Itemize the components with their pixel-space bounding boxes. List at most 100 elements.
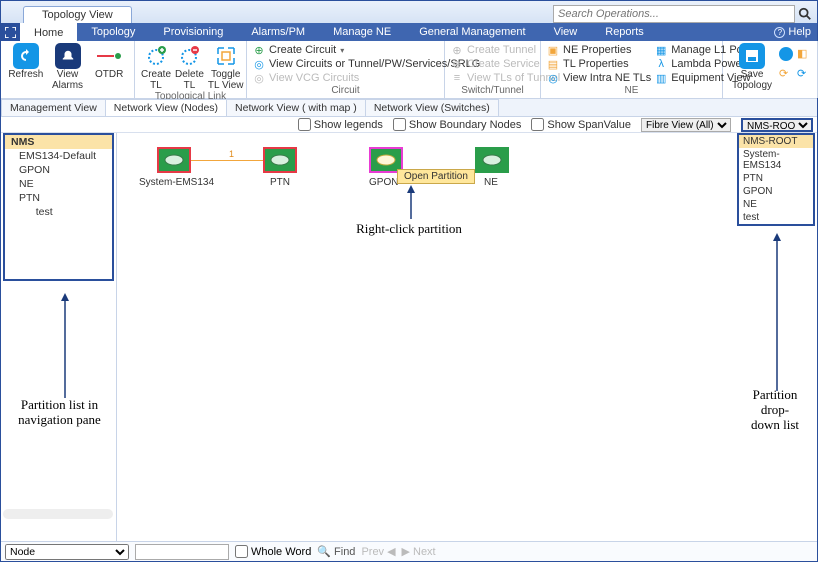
dd-callout-label: Partition drop-down list bbox=[747, 388, 803, 433]
node-label: System-EMS134 bbox=[139, 177, 211, 188]
menu-manage-ne[interactable]: Manage NE bbox=[319, 23, 405, 41]
next-button: ▶Next bbox=[402, 545, 436, 558]
equipment-icon: ▥ bbox=[655, 72, 667, 84]
nav-item[interactable]: GPON bbox=[5, 163, 112, 177]
nav-item[interactable]: EMS134-Default bbox=[5, 149, 112, 163]
eye-icon: ◎ bbox=[253, 72, 265, 84]
tl-properties-button[interactable]: ▤TL Properties bbox=[547, 57, 651, 71]
whole-word-checkbox[interactable]: Whole Word bbox=[235, 545, 311, 558]
plus-circle-icon: ⊕ bbox=[253, 44, 265, 56]
show-spanvalue-checkbox[interactable]: Show SpanValue bbox=[531, 118, 631, 131]
search-icon[interactable] bbox=[795, 5, 815, 23]
ne-properties-button[interactable]: ▣NE Properties bbox=[547, 43, 651, 57]
context-menu-item[interactable]: Open Partition bbox=[397, 169, 475, 184]
partition-select[interactable]: NMS-ROOT bbox=[741, 118, 813, 132]
node-ptn[interactable] bbox=[263, 147, 297, 173]
nav-item[interactable]: test bbox=[5, 205, 112, 219]
switch-tunnel-group-label: Switch/Tunnel bbox=[451, 85, 534, 98]
fibre-view-select[interactable]: Fibre View (All) bbox=[641, 118, 731, 132]
delete-tl-label: Delete TL bbox=[175, 70, 204, 91]
create-tl-label: Create TL bbox=[141, 70, 171, 91]
node-system-ems134[interactable] bbox=[157, 147, 191, 173]
nav-header[interactable]: NMS bbox=[5, 135, 112, 149]
partition-dropdown-popup[interactable]: NMS-ROOT System-EMS134 PTN GPON NE test bbox=[737, 133, 815, 226]
node-label: NE bbox=[484, 177, 498, 188]
nav-callout-label: Partition list in navigation pane bbox=[7, 398, 112, 428]
node-type-select[interactable]: Node bbox=[5, 544, 129, 560]
search-icon: 🔍 bbox=[317, 545, 331, 558]
node-ne[interactable] bbox=[475, 147, 509, 173]
search-input[interactable] bbox=[553, 5, 795, 23]
toggle-tl-label: Toggle TL View bbox=[208, 70, 244, 91]
refresh-button[interactable]: Refresh bbox=[7, 43, 45, 81]
menu-reports[interactable]: Reports bbox=[591, 23, 658, 41]
help-label: Help bbox=[788, 26, 811, 38]
nav-item[interactable]: NE bbox=[5, 177, 112, 191]
eye-icon: ◎ bbox=[547, 72, 559, 84]
toggle-tl-icon bbox=[213, 43, 239, 69]
menu-home[interactable]: Home bbox=[20, 23, 77, 41]
refresh-alt-icon[interactable]: ⟳ bbox=[797, 67, 811, 81]
dropdown-item[interactable]: NMS-ROOT bbox=[739, 135, 813, 148]
help-icon: ? bbox=[774, 27, 785, 38]
globe-icon[interactable] bbox=[779, 47, 793, 61]
properties-icon: ▣ bbox=[547, 44, 559, 56]
tab-network-view-switches[interactable]: Network View (Switches) bbox=[365, 99, 499, 116]
dropdown-item[interactable]: test bbox=[739, 211, 813, 224]
horizontal-scrollbar[interactable] bbox=[3, 509, 113, 519]
partition-nav-list[interactable]: NMS EMS134-Default GPON NE PTN test bbox=[3, 133, 114, 281]
ne-group-label: NE bbox=[547, 85, 716, 98]
dropdown-item[interactable]: PTN bbox=[739, 172, 813, 185]
eye-icon: ◎ bbox=[253, 58, 265, 70]
tab-network-view-map[interactable]: Network View ( with map ) bbox=[226, 99, 366, 116]
view-alarms-button[interactable]: View Alarms bbox=[49, 43, 87, 91]
menu-alarms[interactable]: Alarms/PM bbox=[237, 23, 319, 41]
tab-management-view[interactable]: Management View bbox=[1, 99, 106, 116]
chevron-left-icon: ◀ bbox=[387, 545, 395, 558]
refresh-label: Refresh bbox=[8, 70, 43, 81]
menu-provisioning[interactable]: Provisioning bbox=[149, 23, 237, 41]
layer-icon[interactable]: ◧ bbox=[797, 47, 811, 61]
otdr-button[interactable]: OTDR bbox=[90, 43, 128, 81]
nav-item[interactable]: PTN bbox=[5, 191, 112, 205]
view-intra-ne-button[interactable]: ◎View Intra NE TLs bbox=[547, 71, 651, 85]
tab-network-view-nodes[interactable]: Network View (Nodes) bbox=[105, 99, 227, 116]
plus-circle-icon: ⊕ bbox=[451, 44, 463, 56]
list-icon: ≡ bbox=[451, 72, 463, 84]
node-label: PTN bbox=[270, 177, 290, 188]
callout-arrow-icon bbox=[59, 293, 71, 403]
refresh-small-icon[interactable]: ⟳ bbox=[779, 67, 793, 81]
view-alarms-label: View Alarms bbox=[52, 70, 83, 91]
callout-arrow-icon bbox=[405, 185, 417, 221]
port-icon: ▦ bbox=[655, 44, 667, 56]
menu-topology[interactable]: Topology bbox=[77, 23, 149, 41]
find-button[interactable]: 🔍Find bbox=[317, 545, 355, 558]
chevron-down-icon: ▾ bbox=[340, 46, 344, 55]
delete-tl-button[interactable]: Delete TL bbox=[175, 43, 204, 91]
find-input[interactable] bbox=[135, 544, 229, 560]
link-label: 1 bbox=[229, 149, 234, 159]
node-label: GPON bbox=[369, 177, 398, 188]
toggle-tl-button[interactable]: Toggle TL View bbox=[208, 43, 244, 91]
callout-arrow-icon bbox=[771, 233, 783, 393]
menu-general-mgmt[interactable]: General Management bbox=[405, 23, 539, 41]
topology-canvas[interactable]: 1 System-EMS134 PTN GPON Open Partition … bbox=[117, 133, 817, 541]
dropdown-item[interactable]: NE bbox=[739, 198, 813, 211]
ctx-callout-label: Right-click partition bbox=[349, 221, 469, 237]
save-topology-button[interactable]: Save Topology bbox=[729, 43, 775, 91]
dropdown-item[interactable]: System-EMS134 bbox=[739, 148, 813, 172]
show-boundary-checkbox[interactable]: Show Boundary Nodes bbox=[393, 118, 522, 131]
refresh-icon bbox=[13, 43, 39, 69]
chevron-right-icon: ▶ bbox=[402, 545, 410, 558]
properties-icon: ▤ bbox=[547, 58, 559, 70]
circuit-group-label: Circuit bbox=[253, 85, 438, 98]
menu-view[interactable]: View bbox=[540, 23, 592, 41]
dropdown-item[interactable]: GPON bbox=[739, 185, 813, 198]
fullscreen-icon[interactable] bbox=[1, 23, 20, 41]
lambda-icon: λ bbox=[655, 58, 667, 70]
save-icon bbox=[739, 43, 765, 69]
show-legends-checkbox[interactable]: Show legends bbox=[298, 118, 383, 131]
help-button[interactable]: ? Help bbox=[768, 23, 817, 41]
delete-tl-icon bbox=[176, 43, 202, 69]
create-tl-button[interactable]: Create TL bbox=[141, 43, 171, 91]
